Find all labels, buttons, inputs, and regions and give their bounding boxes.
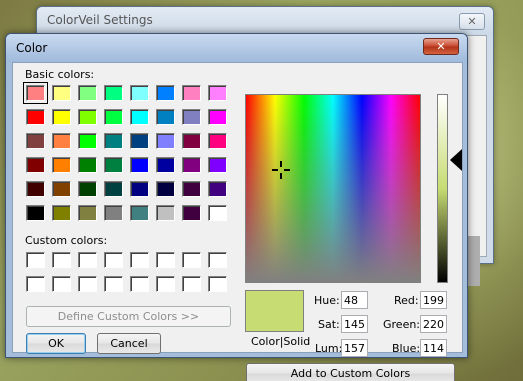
basic-color-swatch[interactable] [26, 109, 45, 125]
hue-field[interactable]: 48 [341, 291, 368, 309]
basic-color-swatch[interactable] [78, 85, 97, 101]
custom-color-swatch[interactable] [52, 252, 71, 268]
custom-color-swatch[interactable] [156, 252, 175, 268]
green-field[interactable]: 220 [420, 315, 447, 333]
basic-color-swatch[interactable] [104, 133, 123, 149]
custom-color-swatch[interactable] [78, 252, 97, 268]
custom-color-swatch[interactable] [130, 252, 149, 268]
basic-color-swatch[interactable] [52, 205, 71, 221]
basic-color-swatch[interactable] [182, 109, 201, 125]
basic-color-swatch[interactable] [104, 85, 123, 101]
basic-color-swatch[interactable] [104, 109, 123, 125]
basic-color-swatch[interactable] [52, 157, 71, 173]
custom-color-swatch[interactable] [104, 252, 123, 268]
basic-color-swatch[interactable] [26, 205, 45, 221]
basic-color-swatch[interactable] [130, 181, 149, 197]
basic-color-swatch[interactable] [208, 205, 227, 221]
basic-color-swatch[interactable] [26, 157, 45, 173]
basic-color-swatch[interactable] [156, 109, 175, 125]
background-window-close-button[interactable]: ✕ [459, 13, 485, 30]
custom-color-swatch[interactable] [208, 252, 227, 268]
basic-color-swatch[interactable] [156, 85, 175, 101]
color-dialog: Color ✕ Basic colors: Custom colors: Def… [5, 33, 468, 381]
basic-color-swatch[interactable] [130, 133, 149, 149]
custom-color-swatch[interactable] [156, 276, 175, 292]
background-window-title: ColorVeil Settings [47, 13, 153, 27]
basic-color-swatch[interactable] [208, 133, 227, 149]
luminance-arrow-icon[interactable] [450, 149, 462, 172]
basic-color-swatch[interactable] [23, 82, 48, 104]
custom-color-swatch[interactable] [182, 276, 201, 292]
basic-color-swatch[interactable] [208, 109, 227, 125]
basic-color-swatch[interactable] [78, 205, 97, 221]
color-solid-label: Color|Solid [251, 335, 311, 348]
basic-color-swatch[interactable] [156, 205, 175, 221]
sat-label: Sat: [318, 318, 340, 331]
red-field[interactable]: 199 [420, 291, 447, 309]
luminance-slider[interactable] [437, 94, 448, 283]
basic-color-swatch[interactable] [182, 85, 201, 101]
color-dialog-title: Color [16, 41, 48, 55]
define-custom-colors-button[interactable]: Define Custom Colors >> [26, 306, 231, 327]
hue-label: Hue: [314, 294, 340, 307]
lum-label: Lum: [315, 342, 343, 355]
basic-color-swatch[interactable] [26, 181, 45, 197]
red-label: Red: [394, 294, 419, 307]
basic-color-swatch[interactable] [182, 181, 201, 197]
ok-button[interactable]: OK [26, 333, 86, 354]
basic-color-swatch[interactable] [78, 157, 97, 173]
basic-color-swatch[interactable] [78, 133, 97, 149]
custom-colors-label: Custom colors: [25, 234, 108, 247]
basic-color-swatch[interactable] [130, 205, 149, 221]
custom-color-swatch[interactable] [104, 276, 123, 292]
basic-color-swatch[interactable] [208, 157, 227, 173]
basic-color-swatch[interactable] [156, 133, 175, 149]
basic-color-swatch[interactable] [78, 109, 97, 125]
blue-label: Blue: [392, 342, 421, 355]
basic-color-swatch[interactable] [52, 85, 71, 101]
background-window-titlebar: ColorVeil Settings [37, 7, 493, 35]
custom-color-swatch[interactable] [208, 276, 227, 292]
basic-color-swatch[interactable] [78, 181, 97, 197]
basic-color-swatch[interactable] [130, 157, 149, 173]
add-to-custom-colors-button[interactable]: Add to Custom Colors [246, 363, 455, 381]
custom-color-swatch[interactable] [26, 252, 45, 268]
basic-color-swatch[interactable] [104, 205, 123, 221]
basic-colors-label: Basic colors: [25, 68, 95, 81]
close-button[interactable]: ✕ [423, 38, 459, 55]
custom-color-swatch[interactable] [78, 276, 97, 292]
basic-color-swatch[interactable] [26, 133, 45, 149]
custom-colors-grid [26, 252, 227, 292]
basic-color-swatch[interactable] [52, 181, 71, 197]
basic-color-swatch[interactable] [208, 85, 227, 101]
basic-color-swatch[interactable] [182, 205, 201, 221]
custom-color-swatch[interactable] [52, 276, 71, 292]
lum-field[interactable]: 157 [341, 339, 368, 357]
color-spectrum[interactable] [245, 94, 421, 283]
basic-color-swatch[interactable] [182, 133, 201, 149]
basic-color-swatch[interactable] [208, 181, 227, 197]
basic-color-swatch[interactable] [156, 157, 175, 173]
basic-color-swatch[interactable] [130, 85, 149, 101]
basic-color-swatch[interactable] [52, 133, 71, 149]
basic-colors-grid [23, 82, 227, 221]
basic-color-swatch[interactable] [156, 181, 175, 197]
custom-color-swatch[interactable] [130, 276, 149, 292]
cancel-button[interactable]: Cancel [97, 333, 161, 354]
basic-color-swatch[interactable] [182, 157, 201, 173]
green-label: Green: [383, 318, 421, 331]
blue-field[interactable]: 114 [420, 339, 447, 357]
basic-color-swatch[interactable] [104, 181, 123, 197]
color-dialog-titlebar[interactable]: Color ✕ [6, 34, 467, 62]
sat-field[interactable]: 145 [341, 315, 368, 333]
basic-color-swatch[interactable] [52, 109, 71, 125]
basic-color-swatch[interactable] [130, 109, 149, 125]
basic-color-swatch[interactable] [104, 157, 123, 173]
custom-color-swatch[interactable] [182, 252, 201, 268]
crosshair-icon [271, 160, 291, 180]
color-preview-swatch[interactable] [245, 290, 304, 332]
color-dialog-client: Basic colors: Custom colors: Define Cust… [12, 62, 463, 381]
custom-color-swatch[interactable] [26, 276, 45, 292]
